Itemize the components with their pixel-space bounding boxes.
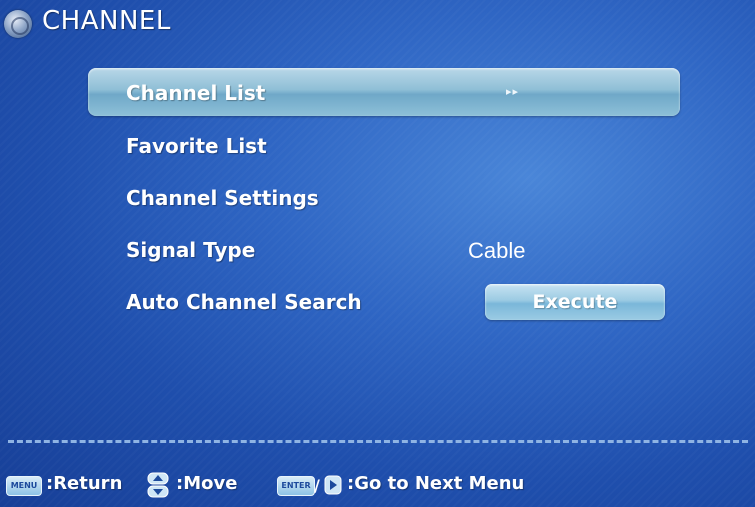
menu-key-icon: MENU (6, 476, 42, 496)
menu-item-signal-type[interactable]: Signal Type (126, 238, 255, 262)
right-arrow-key-icon: / (314, 475, 342, 495)
menu-item-favorite-list[interactable]: Favorite List (126, 134, 267, 158)
up-down-key-icon (147, 472, 169, 498)
enter-key-icon: ENTER (277, 476, 315, 496)
submenu-arrows-icon: ▸▸ (506, 85, 520, 98)
execute-button[interactable]: Execute (485, 284, 665, 320)
footer-divider (8, 440, 748, 443)
menu-item-channel-list[interactable]: Channel List ▸▸ (88, 68, 680, 116)
menu-item-label: Channel List (126, 81, 266, 105)
return-hint: :Return (46, 473, 123, 494)
menu-item-auto-channel-search[interactable]: Auto Channel Search (126, 290, 362, 314)
go-next-menu-hint: :Go to Next Menu (347, 473, 525, 494)
key-hints-bar: MENU :Return :Move ENTER / :Go to Next M… (0, 470, 755, 502)
svg-text:/: / (314, 476, 320, 495)
signal-type-value: Cable (468, 238, 526, 263)
menu-item-channel-settings[interactable]: Channel Settings (126, 186, 319, 210)
menu-header: CHANNEL (0, 0, 755, 46)
move-hint: :Move (176, 473, 238, 494)
channel-globe-icon (4, 10, 32, 38)
page-title: CHANNEL (42, 6, 171, 36)
